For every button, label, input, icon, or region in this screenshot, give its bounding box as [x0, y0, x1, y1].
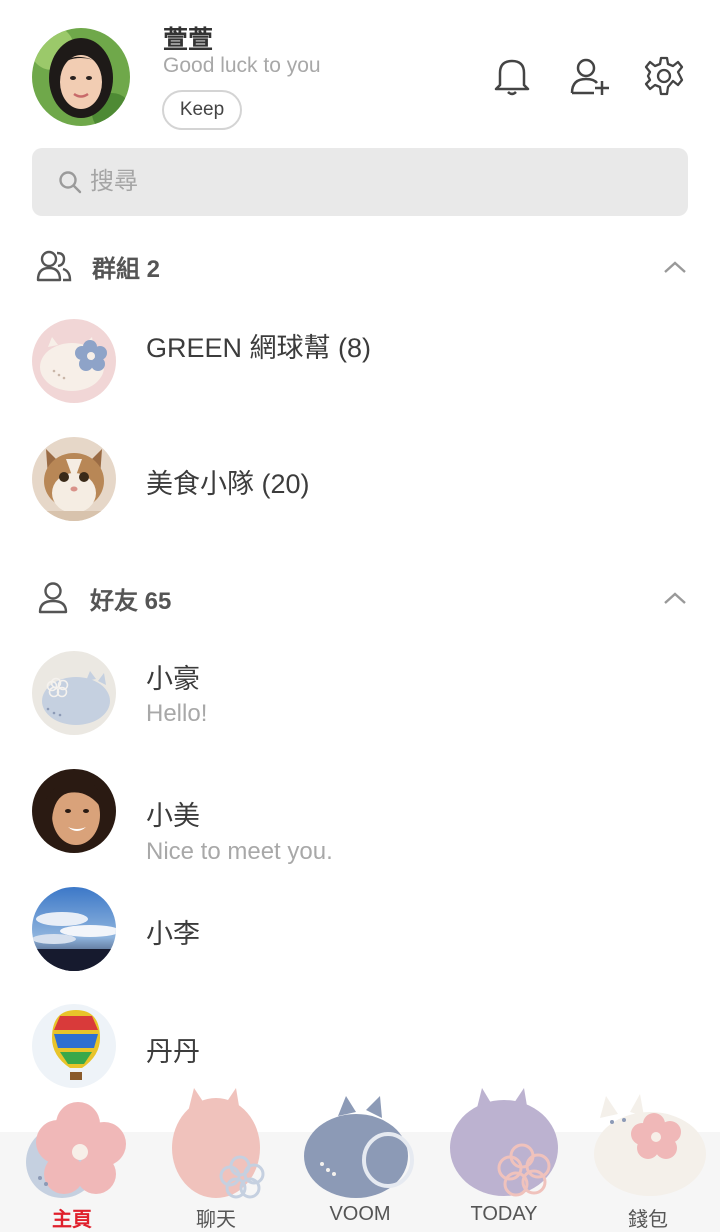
bell-icon[interactable]: [488, 52, 536, 100]
group-avatar[interactable]: [32, 437, 116, 521]
group-icon: [36, 250, 72, 282]
friend-avatar[interactable]: [32, 1004, 116, 1088]
profile-name: 萱萱: [163, 26, 214, 54]
friend-status-message: Nice to meet you.: [146, 838, 333, 865]
nav-tab-wallet[interactable]: 錢包: [576, 1086, 720, 1232]
friend-avatar[interactable]: [32, 769, 116, 853]
nav-tab-chat[interactable]: 聊天: [144, 1086, 288, 1232]
nav-tab-voom[interactable]: VOOM: [288, 1086, 432, 1232]
friends-section-title: 好友 65: [90, 587, 172, 615]
search-input[interactable]: [88, 167, 652, 197]
today-icon: [450, 1088, 558, 1197]
groups-section-title: 群組 2: [92, 255, 161, 283]
friend-avatar[interactable]: [32, 887, 116, 971]
friend-avatar[interactable]: [32, 651, 116, 735]
search-icon: [59, 171, 82, 194]
search-bar[interactable]: [32, 148, 688, 216]
home-icon: [26, 1102, 126, 1198]
chevron-up-icon[interactable]: [662, 590, 688, 606]
friend-status-message: Hello!: [146, 700, 208, 727]
friends-section-header[interactable]: 好友 65: [36, 578, 171, 618]
nav-label-chat: 聊天: [196, 1209, 236, 1231]
friend-name[interactable]: 丹丹: [146, 1030, 200, 1069]
nav-label-today: TODAY: [470, 1203, 538, 1225]
chat-icon: [172, 1088, 265, 1199]
wallet-icon: [594, 1094, 706, 1196]
friend-name[interactable]: 小豪: [146, 657, 200, 696]
nav-tab-home[interactable]: 主頁: [0, 1086, 144, 1232]
nav-label-wallet: 錢包: [628, 1209, 668, 1231]
nav-tab-today[interactable]: TODAY: [432, 1086, 576, 1232]
add-friend-icon[interactable]: [566, 52, 614, 100]
friend-name[interactable]: 小美: [146, 794, 200, 833]
friend-icon: [38, 582, 68, 614]
keep-button[interactable]: Keep: [162, 90, 242, 130]
group-name[interactable]: 美食小隊 (20): [146, 462, 310, 501]
nav-label-voom: VOOM: [329, 1203, 391, 1225]
profile-avatar[interactable]: [32, 28, 130, 126]
groups-section-header[interactable]: 群組 2: [36, 246, 160, 286]
nav-label-home: 主頁: [52, 1209, 92, 1231]
group-avatar[interactable]: [32, 319, 116, 403]
group-name[interactable]: GREEN 網球幫 (8): [146, 326, 371, 365]
gear-icon[interactable]: [640, 52, 688, 100]
friend-name[interactable]: 小李: [146, 912, 200, 951]
profile-status-message[interactable]: Good luck to you: [163, 54, 321, 78]
chevron-up-icon[interactable]: [662, 259, 688, 275]
voom-icon: [304, 1096, 414, 1198]
